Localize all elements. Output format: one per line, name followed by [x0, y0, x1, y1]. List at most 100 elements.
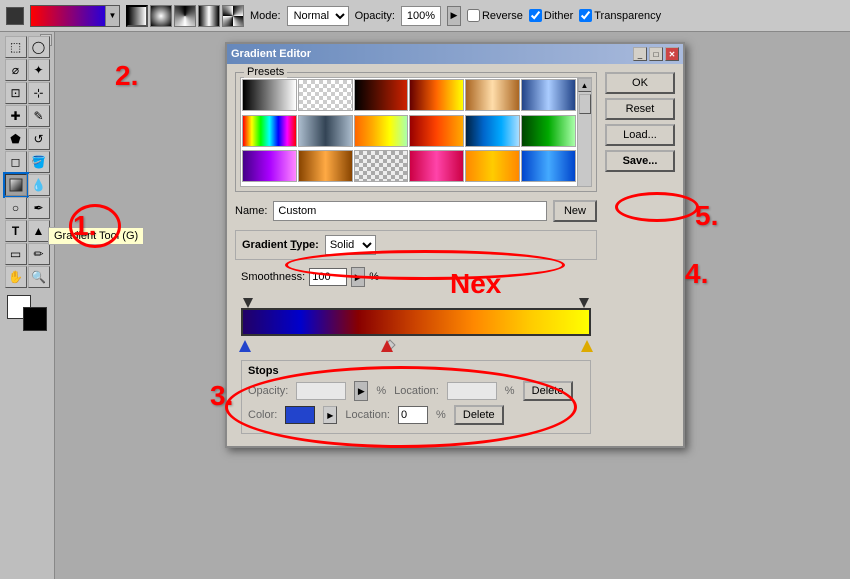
content-area: Gradient Editor _ □ ✕ Presets [55, 32, 850, 579]
bottom-stops [243, 336, 589, 354]
gradient-type-select[interactable]: Solid Noise [325, 235, 376, 255]
slice-btn[interactable]: ⊹ [28, 82, 50, 104]
load-btn[interactable]: Load... [605, 124, 675, 146]
crop-btn[interactable]: ⊡ [5, 82, 27, 104]
minimize-btn[interactable]: _ [633, 47, 647, 61]
scroll-thumb[interactable] [579, 94, 591, 114]
notes-btn[interactable]: ✏ [28, 243, 50, 265]
color-swatches[interactable] [7, 295, 47, 331]
maximize-btn[interactable]: □ [649, 47, 663, 61]
mode-select[interactable]: Normal [287, 6, 349, 26]
fill-btn[interactable]: 🪣 [28, 151, 50, 173]
radial-gradient-btn[interactable] [150, 5, 172, 27]
angle-gradient-btn[interactable] [174, 5, 196, 27]
diamond-gradient-btn[interactable] [222, 5, 244, 27]
marquee-rect-btn[interactable]: ⬚ [5, 36, 27, 58]
type-btn[interactable]: T [5, 220, 27, 242]
history-brush-btn[interactable]: ↺ [28, 128, 50, 150]
heal-btn[interactable]: ✚ [5, 105, 27, 127]
zoom-btn[interactable]: 🔍 [28, 266, 50, 288]
tool-row-5: ⬟ ↺ [5, 128, 50, 150]
reverse-check-label[interactable]: Reverse [467, 9, 523, 22]
preset-5[interactable] [465, 79, 520, 111]
preset-17[interactable] [465, 150, 520, 182]
dither-checkbox[interactable] [529, 9, 542, 22]
save-btn[interactable]: Save... [605, 150, 675, 172]
stop-yellow[interactable] [581, 340, 593, 352]
dither-check-label[interactable]: Dither [529, 9, 573, 22]
gradient-bar[interactable] [241, 308, 591, 336]
preset-8[interactable] [298, 115, 353, 147]
gradient-type-buttons [126, 5, 244, 27]
opacity-stops-arrow[interactable]: ▶ [354, 381, 368, 401]
gradient-type-label: Gradient Type: [242, 239, 319, 251]
color-arrow-btn[interactable]: ▶ [323, 406, 337, 424]
preset-9[interactable] [354, 115, 409, 147]
presets-scrollbar: ▲ [577, 78, 591, 186]
tool-row-4: ✚ ✎ [5, 105, 50, 127]
delete-btn2[interactable]: Delete [454, 405, 504, 425]
stop-blue[interactable] [239, 340, 251, 352]
color-label: Color: [248, 409, 277, 421]
stamp-btn[interactable]: ⬟ [5, 128, 27, 150]
swatch-preview[interactable] [6, 7, 24, 25]
delete-btn1[interactable]: Delete [523, 381, 573, 401]
color-swatch-btn[interactable] [285, 406, 315, 424]
reset-btn[interactable]: Reset [605, 98, 675, 120]
reverse-checkbox[interactable] [467, 9, 480, 22]
gradient-tool-btn[interactable] [5, 174, 27, 196]
tool-row-8: ○ ✒ [5, 197, 50, 219]
preset-13[interactable] [242, 150, 297, 182]
stop-red[interactable] [381, 340, 393, 352]
top-stop-right[interactable] [579, 298, 589, 308]
reflected-gradient-btn[interactable] [198, 5, 220, 27]
scroll-up-btn[interactable]: ▲ [578, 78, 592, 92]
opacity-arrow[interactable]: ▶ [447, 6, 461, 26]
brush-btn[interactable]: ✎ [28, 105, 50, 127]
preset-6[interactable] [521, 79, 576, 111]
annotation-5: 5. [695, 200, 718, 232]
preset-16[interactable] [409, 150, 464, 182]
preset-7[interactable] [242, 115, 297, 147]
shape-btn[interactable]: ▭ [5, 243, 27, 265]
location-input1[interactable] [447, 382, 497, 400]
preset-12[interactable] [521, 115, 576, 147]
preset-10[interactable] [409, 115, 464, 147]
transparency-checkbox[interactable] [579, 9, 592, 22]
preset-15[interactable] [354, 150, 409, 182]
marquee-ellipse-btn[interactable]: ◯ [28, 36, 50, 58]
preset-11[interactable] [465, 115, 520, 147]
gradient-picker[interactable]: ▼ [30, 5, 120, 27]
ok-btn[interactable]: OK [605, 72, 675, 94]
new-btn[interactable]: New [553, 200, 597, 222]
tool-row-gradient: 💧 [5, 174, 50, 196]
dodge-btn[interactable]: ○ [5, 197, 27, 219]
location-input2[interactable] [398, 406, 428, 424]
magic-wand-btn[interactable]: ✦ [28, 59, 50, 81]
preset-1[interactable] [242, 79, 297, 111]
close-btn[interactable]: ✕ [665, 47, 679, 61]
lasso-btn[interactable]: ⌀ [5, 59, 27, 81]
opacity-stops-input[interactable] [296, 382, 346, 400]
background-swatch[interactable] [23, 307, 47, 331]
preset-18[interactable] [521, 150, 576, 182]
dialog-titlebar[interactable]: Gradient Editor _ □ ✕ [227, 44, 683, 64]
path-select-btn[interactable]: ▲ [28, 220, 50, 242]
tool-row-10: ▭ ✏ [5, 243, 50, 265]
eraser-btn[interactable]: ◻ [5, 151, 27, 173]
hand-btn[interactable]: ✋ [5, 266, 27, 288]
blur-btn[interactable]: 💧 [28, 174, 50, 196]
smoothness-input[interactable] [309, 268, 347, 286]
preset-2[interactable] [298, 79, 353, 111]
smoothness-arrow[interactable]: ▶ [351, 267, 365, 287]
transparency-check-label[interactable]: Transparency [579, 9, 661, 22]
name-input[interactable] [273, 201, 547, 221]
linear-gradient-btn[interactable] [126, 5, 148, 27]
preset-14[interactable] [298, 150, 353, 182]
opacity-input[interactable] [401, 6, 441, 26]
preset-4[interactable] [409, 79, 464, 111]
location-pct1: % [505, 385, 515, 397]
pen-btn[interactable]: ✒ [28, 197, 50, 219]
top-stop-left[interactable] [243, 298, 253, 308]
preset-3[interactable] [354, 79, 409, 111]
